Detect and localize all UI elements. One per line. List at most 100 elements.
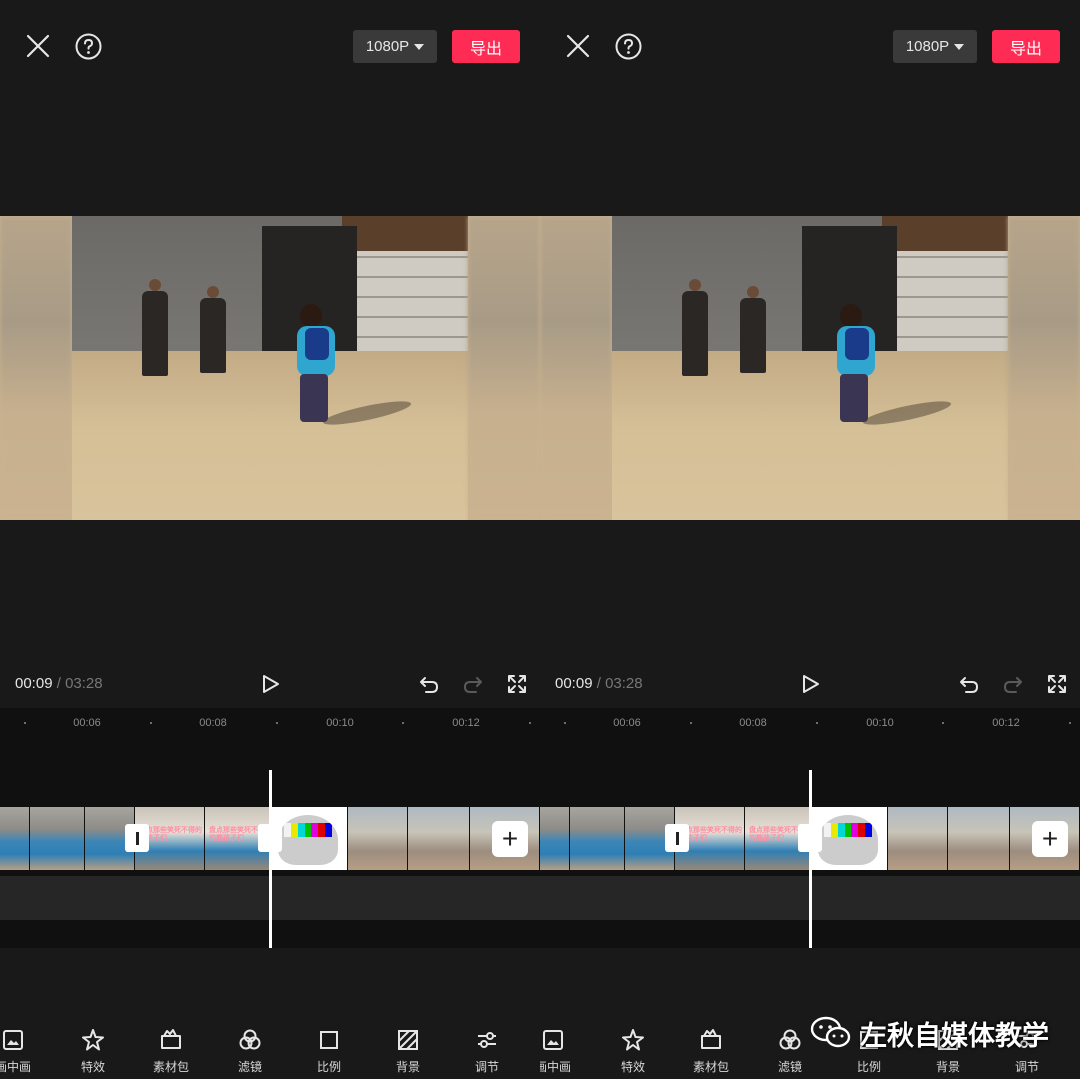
tool-effects[interactable]: 特效 — [58, 1020, 128, 1079]
editor-pane-right: 1080P 导出 00:09 / 03:28 00:06 00:08 00:10… — [540, 0, 1080, 1079]
timecode: 00:09 / 03:28 — [555, 675, 643, 692]
add-clip-button[interactable]: + — [492, 821, 528, 857]
transition-button[interactable] — [125, 824, 149, 852]
tool-picture-in-picture[interactable]: 画中画 — [540, 1020, 588, 1079]
tick-label: 00:10 — [326, 717, 354, 729]
redo-icon[interactable] — [1002, 673, 1024, 695]
tool-material-pack[interactable]: 素材包 — [136, 1020, 206, 1079]
folder-icon — [701, 1029, 721, 1049]
tool-material-pack[interactable]: 素材包 — [676, 1020, 746, 1079]
filter-icon — [239, 1029, 261, 1050]
sparkle-icon — [82, 1029, 104, 1051]
help-icon[interactable] — [615, 33, 642, 60]
total-time: 03:28 — [65, 675, 103, 692]
tool-label: 特效 — [620, 1060, 645, 1074]
playhead[interactable] — [809, 770, 812, 948]
resolution-label: 1080P — [365, 38, 410, 55]
folder-icon — [161, 1029, 181, 1049]
current-time: 00:09 — [15, 675, 53, 692]
time-separator: / — [592, 675, 606, 692]
redo-icon[interactable] — [462, 673, 484, 695]
watermark: 左秋自媒体教学 — [810, 1008, 1049, 1058]
filter-icon — [779, 1029, 801, 1050]
sparkle-icon — [622, 1029, 644, 1051]
tool-label: 滤镜 — [777, 1060, 802, 1074]
tool-label: 背景 — [395, 1060, 420, 1074]
caret-down-icon — [414, 43, 425, 50]
tool-label: 画中画 — [540, 1060, 571, 1074]
clip-thumbnail[interactable] — [408, 807, 470, 870]
tool-label: 画中画 — [0, 1060, 31, 1074]
clip-thumbnail[interactable] — [0, 807, 30, 870]
tick-label: 00:12 — [992, 717, 1020, 729]
video-preview[interactable] — [0, 216, 540, 520]
tool-adjust[interactable]: 调节 — [452, 1020, 522, 1079]
adjust-icon — [478, 1032, 496, 1048]
resolution-dropdown[interactable]: 1080P — [353, 30, 437, 63]
tool-label: 比例 — [856, 1060, 881, 1074]
clip-thumbnail[interactable] — [540, 807, 570, 870]
clip-thumbnail[interactable] — [570, 807, 625, 870]
time-ruler: 00:06 00:08 00:10 00:12 — [0, 708, 540, 738]
editor-screenshot-pair: 1080P 导出 00:09 / 03:28 00:06 00:08 00:10… — [0, 0, 1080, 1079]
play-icon[interactable] — [259, 673, 281, 695]
blurred-background-left — [540, 216, 612, 520]
person-figure — [142, 279, 168, 376]
editor-pane-left: 1080P 导出 00:09 / 03:28 00:06 00:08 00:10… — [0, 0, 540, 1079]
tick-label: 00:08 — [199, 717, 227, 729]
resolution-dropdown[interactable]: 1080P — [893, 30, 977, 63]
tool-effects[interactable]: 特效 — [598, 1020, 668, 1079]
wechat-logo-icon — [810, 1016, 851, 1048]
caret-down-icon — [954, 43, 965, 50]
tool-label: 素材包 — [152, 1060, 189, 1074]
tick-label: 00:06 — [73, 717, 101, 729]
close-icon[interactable] — [25, 33, 51, 59]
background-icon — [398, 1030, 418, 1050]
timecode: 00:09 / 03:28 — [15, 675, 103, 692]
add-clip-button[interactable]: + — [1032, 821, 1068, 857]
video-frame — [72, 216, 468, 520]
watermark-text: 左秋自媒体教学 — [860, 1020, 1049, 1051]
clip-thumbnail[interactable] — [948, 807, 1010, 870]
export-button[interactable]: 导出 — [992, 30, 1060, 63]
time-separator: / — [52, 675, 66, 692]
tool-picture-in-picture[interactable]: 画中画 — [0, 1020, 48, 1079]
video-frame — [612, 216, 1008, 520]
bottom-toolbar: 画中画 特效 素材包 滤镜 比例 背景 调节 — [0, 1020, 540, 1079]
blurred-background-right — [468, 216, 540, 520]
tool-label: 比例 — [316, 1060, 341, 1074]
video-preview[interactable] — [540, 216, 1080, 520]
person-figure — [740, 286, 766, 373]
play-icon[interactable] — [799, 673, 821, 695]
export-button[interactable]: 导出 — [452, 30, 520, 63]
tick-label: 00:06 — [613, 717, 641, 729]
blurred-background-left — [0, 216, 72, 520]
tick-label: 00:08 — [739, 717, 767, 729]
tick-label: 00:12 — [452, 717, 480, 729]
ratio-icon — [320, 1031, 338, 1049]
tool-label: 调节 — [1014, 1060, 1039, 1074]
tool-background[interactable]: 背景 — [373, 1020, 443, 1079]
close-icon[interactable] — [565, 33, 591, 59]
time-ruler: 00:06 00:08 00:10 00:12 — [540, 708, 1080, 738]
tool-ratio[interactable]: 比例 — [294, 1020, 364, 1079]
tool-label: 滤镜 — [237, 1060, 262, 1074]
picture-in-picture-icon — [3, 1030, 23, 1050]
playhead[interactable] — [269, 770, 272, 948]
undo-icon[interactable] — [958, 673, 980, 695]
fullscreen-icon[interactable] — [1046, 673, 1068, 695]
resolution-label: 1080P — [905, 38, 950, 55]
clip-thumbnail[interactable] — [888, 807, 948, 870]
person-figure — [682, 279, 708, 376]
tool-label: 调节 — [474, 1060, 499, 1074]
clip-thumbnail[interactable] — [348, 807, 408, 870]
help-icon[interactable] — [75, 33, 102, 60]
tool-label: 特效 — [80, 1060, 105, 1074]
tool-label: 素材包 — [692, 1060, 729, 1074]
undo-icon[interactable] — [418, 673, 440, 695]
clip-thumbnail[interactable] — [30, 807, 85, 870]
transition-button[interactable] — [665, 824, 689, 852]
blurred-background-right — [1008, 216, 1080, 520]
fullscreen-icon[interactable] — [506, 673, 528, 695]
tool-filter[interactable]: 滤镜 — [215, 1020, 285, 1079]
